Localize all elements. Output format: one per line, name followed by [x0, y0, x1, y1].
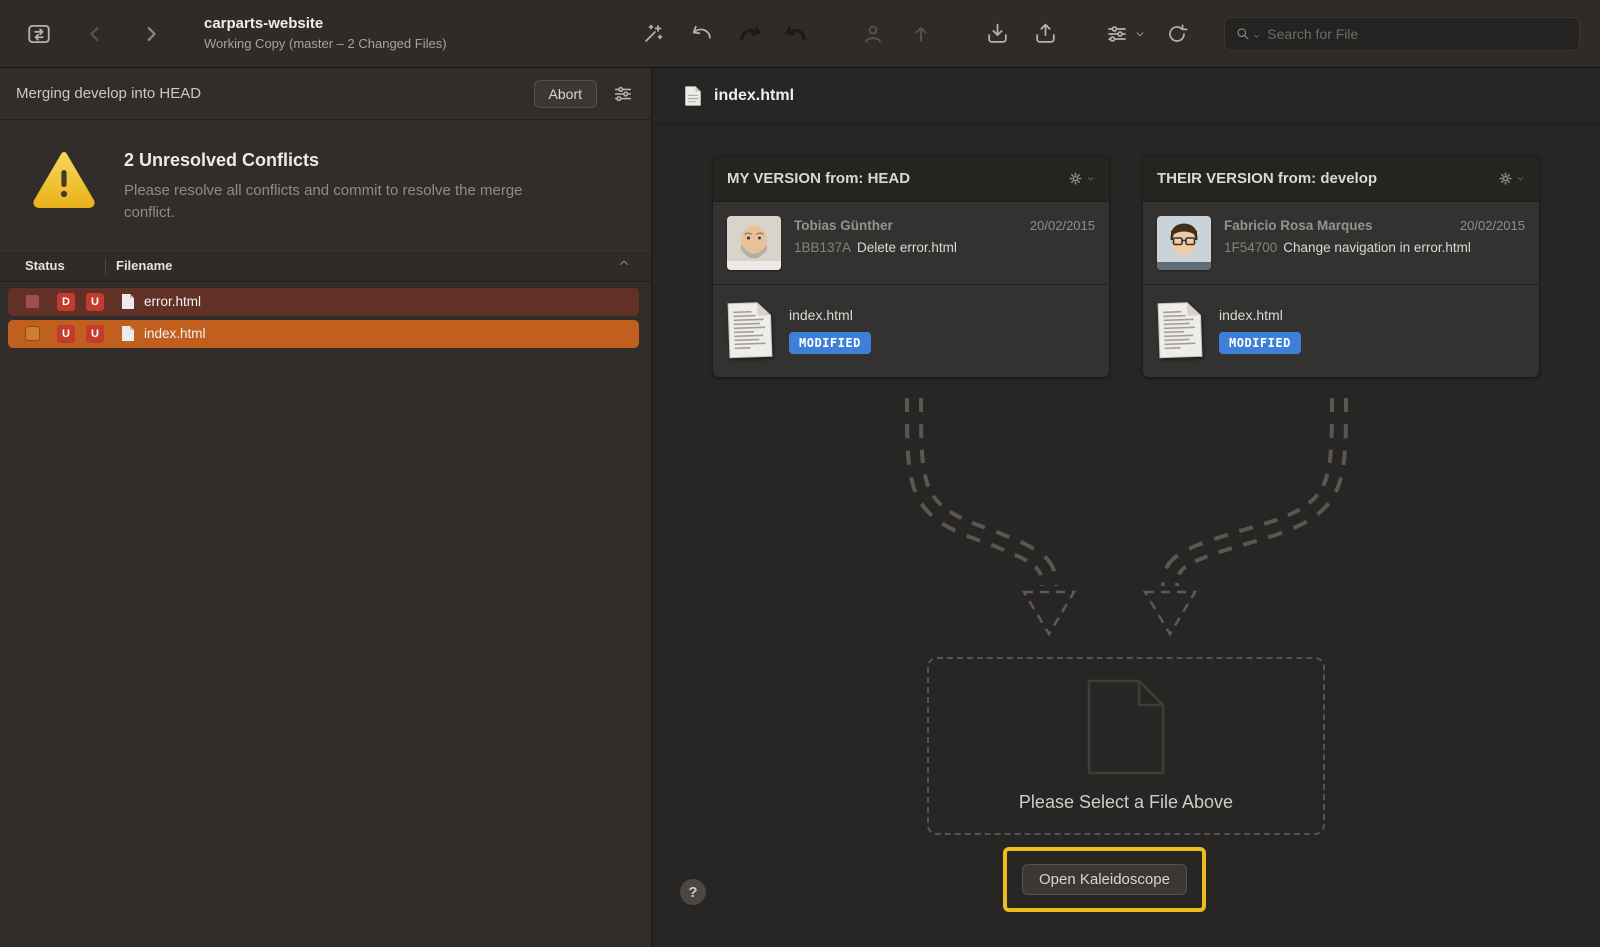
- conflict-warning: 2 Unresolved Conflicts Please resolve al…: [0, 120, 651, 250]
- commit-date: 20/02/2015: [1460, 217, 1525, 236]
- filter-options-icon[interactable]: [609, 80, 637, 108]
- abort-merge-button[interactable]: Abort: [534, 80, 597, 108]
- their-version-header: THEIR VERSION from: develop: [1143, 156, 1539, 202]
- status-badge-mine: D: [57, 293, 75, 311]
- push-tray-icon[interactable]: [1026, 15, 1064, 53]
- conflict-detail-panel: index.html MY VERSION from: HEAD: [652, 68, 1600, 947]
- commit-info: Tobias Günther 20/02/2015 1BB137A Delete …: [713, 202, 1109, 284]
- undo-arrow-icon[interactable]: [682, 15, 720, 53]
- document-thumbnail-icon: [1156, 300, 1204, 360]
- document-thumbnail-icon: [726, 300, 774, 360]
- my-version-header: MY VERSION from: HEAD: [713, 156, 1109, 202]
- chevron-down-icon: [1086, 174, 1095, 183]
- dropzone-label: Please Select a File Above: [929, 792, 1323, 813]
- file-list-header: Status Filename: [0, 250, 651, 282]
- discard-stamp-icon[interactable]: [730, 15, 768, 53]
- commit-author: Tobias Günther: [794, 216, 893, 236]
- warning-triangle-icon: [32, 150, 96, 208]
- magic-wand-icon[interactable]: [634, 15, 672, 53]
- back-button[interactable]: [76, 15, 114, 53]
- merge-arrows-graphic: [652, 398, 1600, 660]
- version-file[interactable]: index.html MODIFIED: [713, 285, 1109, 377]
- commit-author: Fabricio Rosa Marques: [1224, 216, 1373, 236]
- gear-icon: [1498, 171, 1513, 186]
- commit-hash: 1F54700: [1224, 240, 1277, 255]
- their-version-card: THEIR VERSION from: develop: [1142, 155, 1540, 378]
- version-filename: index.html: [789, 307, 871, 323]
- app-window: carparts-website Working Copy (master – …: [0, 0, 1600, 947]
- repo-name: carparts-website: [204, 14, 447, 34]
- chevron-down-icon: [1516, 174, 1525, 183]
- file-search-field[interactable]: [1224, 17, 1580, 51]
- commit-hash: 1BB137A: [794, 240, 851, 255]
- refresh-icon[interactable]: [1158, 15, 1196, 53]
- my-version-card: MY VERSION from: HEAD: [712, 155, 1110, 378]
- gear-icon: [1068, 171, 1083, 186]
- version-options-button[interactable]: [1068, 171, 1095, 186]
- conflict-filename: error.html: [144, 294, 201, 309]
- status-badge-theirs: U: [86, 325, 104, 343]
- merge-result-dropzone[interactable]: Please Select a File Above: [927, 657, 1325, 835]
- commit-person-icon: [854, 15, 892, 53]
- working-copy-icon[interactable]: [20, 15, 58, 53]
- merge-title: Merging develop into HEAD: [16, 85, 201, 102]
- stage-stamp-icon[interactable]: [778, 15, 816, 53]
- column-divider: [105, 258, 106, 274]
- open-kaleidoscope-button[interactable]: Open Kaleidoscope: [1022, 864, 1187, 895]
- version-card-title: THEIR VERSION from: develop: [1157, 170, 1377, 187]
- avatar: [727, 216, 781, 270]
- stage-checkbox[interactable]: [25, 326, 40, 341]
- toolbar: carparts-website Working Copy (master – …: [0, 0, 1600, 68]
- conflict-message: Please resolve all conflicts and commit …: [124, 180, 564, 224]
- conflict-row-index[interactable]: U U index.html: [8, 320, 639, 348]
- version-filename: index.html: [1219, 307, 1301, 323]
- version-file[interactable]: index.html MODIFIED: [1143, 285, 1539, 377]
- filename-column-header[interactable]: Filename: [116, 258, 172, 273]
- merge-header: Merging develop into HEAD Abort: [0, 68, 651, 120]
- ghost-document-icon: [1087, 679, 1165, 775]
- version-options-button[interactable]: [1498, 171, 1525, 186]
- highlight-annotation: Open Kaleidoscope: [1003, 847, 1206, 912]
- status-badge-mine: U: [57, 325, 75, 343]
- sliders-icon: [1102, 15, 1132, 53]
- version-card-title: MY VERSION from: HEAD: [727, 170, 910, 187]
- collapse-chevron-icon[interactable]: [617, 256, 631, 275]
- merge-sidebar: Merging develop into HEAD Abort: [0, 68, 652, 947]
- conflict-count-title: 2 Unresolved Conflicts: [124, 150, 564, 171]
- commit-message: Change navigation in error.html: [1283, 240, 1471, 255]
- repo-status: Working Copy (master – 2 Changed Files): [204, 36, 447, 53]
- search-input[interactable]: [1267, 26, 1569, 42]
- commit-info: Fabricio Rosa Marques 20/02/2015 1F54700…: [1143, 202, 1539, 284]
- conflict-row-error[interactable]: D U error.html: [8, 288, 639, 316]
- modified-status-badge: MODIFIED: [789, 332, 871, 354]
- file-icon: [684, 85, 702, 107]
- modified-status-badge: MODIFIED: [1219, 332, 1301, 354]
- view-options-button[interactable]: [1102, 15, 1146, 53]
- avatar: [1157, 216, 1211, 270]
- repo-title-block: carparts-website Working Copy (master – …: [204, 14, 447, 52]
- detail-header: index.html: [652, 68, 1600, 124]
- help-button[interactable]: ?: [680, 879, 706, 905]
- pull-tray-icon[interactable]: [978, 15, 1016, 53]
- status-column-header[interactable]: Status: [25, 258, 105, 273]
- commit-message: Delete error.html: [857, 240, 957, 255]
- search-icon: [1235, 25, 1251, 43]
- status-badge-theirs: U: [86, 293, 104, 311]
- conflict-file-list: D U error.html U U index.html: [0, 282, 651, 352]
- commit-date: 20/02/2015: [1030, 217, 1095, 236]
- chevron-down-icon: [1134, 28, 1146, 40]
- file-icon: [121, 293, 135, 310]
- push-arrow-icon: [902, 15, 940, 53]
- search-scope-chevron-icon: [1252, 31, 1261, 41]
- conflict-filename: index.html: [144, 326, 206, 341]
- stage-checkbox[interactable]: [25, 294, 40, 309]
- forward-button[interactable]: [132, 15, 170, 53]
- file-icon: [121, 325, 135, 342]
- detail-file-title: index.html: [714, 87, 794, 105]
